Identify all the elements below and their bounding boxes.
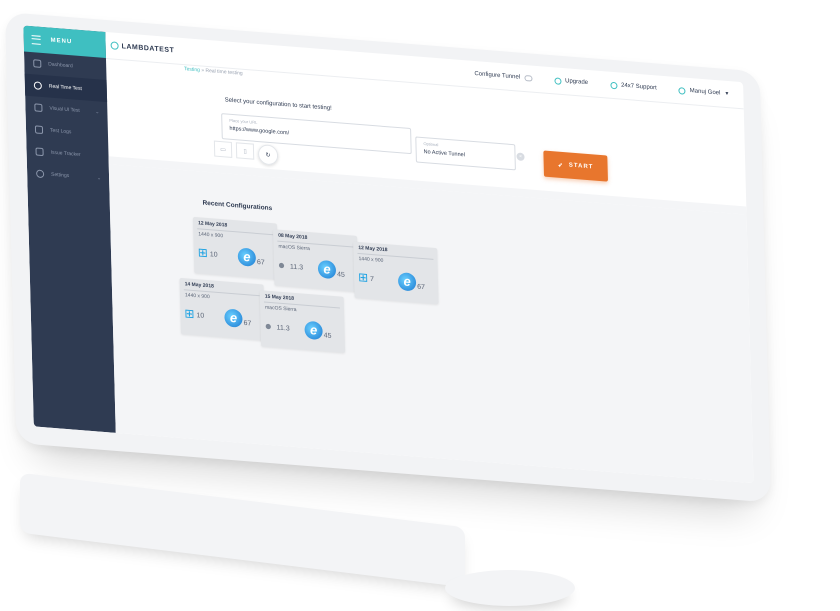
configure-tunnel-label: Configure Tunnel [474, 71, 521, 81]
card-resolution: 1440 x 900 [358, 255, 384, 264]
logo-icon [110, 41, 119, 50]
monitor-device: MENU Dashboard Real Time Test Visual UI … [5, 12, 771, 503]
windows-icon: ⊞ [184, 306, 195, 322]
rocket-icon: ➶ [557, 162, 564, 169]
mouse [445, 570, 575, 606]
card-os-version: 7 [370, 275, 375, 284]
history-icon: ↻ [265, 152, 271, 159]
support-link[interactable]: 24x7 Support [610, 81, 657, 92]
ie-icon: e [397, 272, 417, 292]
card-os-version: 10 [209, 251, 218, 259]
card-date: 14 May 2018 [184, 281, 214, 290]
sidebar-item-label: Real Time Test [48, 83, 82, 93]
card-resolution: macOS Sierra [278, 243, 310, 253]
tab-recent[interactable]: ↻ [257, 143, 279, 166]
logo-text: LAMBDATEST [121, 42, 175, 54]
chevron-down-icon: ⌄ [95, 109, 100, 116]
breadcrumb-testing[interactable]: Testing [184, 66, 200, 73]
clear-icon[interactable]: × [516, 152, 525, 162]
apple-icon: ● [264, 318, 273, 334]
user-avatar-icon [678, 86, 686, 95]
breadcrumb-separator: » [201, 67, 205, 74]
lambdatest-logo[interactable]: LAMBDATEST [110, 41, 175, 54]
tunnel-toggle-icon[interactable] [524, 74, 533, 82]
config-title: Select your configuration to start testi… [224, 97, 332, 112]
keyboard [20, 472, 465, 588]
apple-icon: ● [277, 257, 286, 273]
sidebar-item-label: Dashboard [48, 61, 73, 70]
windows-icon: ⊞ [357, 269, 369, 285]
sidebar-item-label: Issue Tracker [50, 149, 81, 159]
tunnel-select[interactable]: Optional No Active Tunnel [415, 136, 516, 171]
caret-down-icon: ▼ [724, 90, 730, 98]
card-browser-version: 45 [323, 332, 332, 340]
card-resolution: macOS Sierra [265, 304, 297, 314]
tab-mobile[interactable]: ▯ [235, 142, 255, 160]
visual-test-icon [34, 103, 43, 112]
card-browser-version: 67 [256, 258, 265, 267]
support-icon [610, 81, 618, 89]
chevron-down-icon: ⌄ [96, 175, 102, 182]
config-card[interactable]: 12 May 2018 1440 x 900 ⊞ 10 e 67 [192, 216, 279, 280]
mobile-icon: ▯ [243, 148, 247, 155]
desktop-icon: ▭ [220, 146, 226, 153]
logs-icon [34, 125, 44, 135]
ie-icon: e [224, 308, 243, 328]
card-date: 08 May 2018 [278, 232, 308, 241]
sidebar-item-label: Settings [51, 171, 70, 180]
tab-desktop[interactable]: ▭ [213, 140, 233, 158]
config-card[interactable]: 08 May 2018 macOS Sierra ● 11.3 e 45 [273, 229, 359, 292]
ie-icon: e [317, 259, 337, 280]
tunnel-value[interactable]: No Active Tunnel [424, 149, 465, 158]
device-tabs: ▭ ▯ ↻ [213, 140, 279, 166]
app-screen: MENU Dashboard Real Time Test Visual UI … [23, 25, 754, 484]
card-browser-version: 67 [243, 319, 252, 328]
upgrade-link[interactable]: Upgrade [554, 76, 589, 87]
card-os-version: 11.3 [276, 324, 290, 333]
config-card[interactable]: 15 May 2018 macOS Sierra ● 11.3 e 45 [259, 290, 346, 353]
upgrade-label: Upgrade [565, 78, 589, 87]
card-resolution: 1440 x 900 [198, 231, 224, 240]
config-card[interactable]: 12 May 2018 1440 x 900 ⊞ 7 e 67 [353, 241, 439, 305]
card-date: 15 May 2018 [264, 293, 295, 302]
start-label: START [568, 162, 594, 171]
card-os-version: 10 [196, 312, 205, 320]
card-os-version: 11.3 [289, 263, 304, 272]
gear-icon [36, 169, 45, 179]
bug-icon [35, 147, 44, 157]
ie-icon: e [237, 247, 257, 267]
dashboard-icon [33, 59, 42, 68]
config-card[interactable]: 14 May 2018 1440 x 900 ⊞ 10 e 67 [179, 277, 265, 341]
card-date: 12 May 2018 [197, 220, 228, 229]
user-menu[interactable]: Manuj Goel ▼ [678, 86, 730, 98]
top-nav: Configure Tunnel Upgrade 24x7 Support Ma… [474, 71, 729, 98]
user-name: Manuj Goel [689, 88, 721, 97]
sidebar-item-label: Test Logs [49, 127, 72, 136]
url-value[interactable]: https://www.google.com/ [229, 126, 289, 137]
card-browser-version: 67 [417, 283, 426, 292]
start-button[interactable]: ➶ START [543, 150, 608, 182]
windows-icon: ⊞ [197, 245, 209, 261]
upgrade-icon [554, 76, 562, 85]
sidebar-item-label: Visual UI Test [49, 105, 80, 114]
sidebar: MENU Dashboard Real Time Test Visual UI … [23, 25, 116, 433]
card-resolution: 1440 x 900 [184, 292, 210, 301]
card-date: 12 May 2018 [358, 244, 388, 254]
hamburger-icon[interactable] [31, 34, 41, 45]
url-label: Place your URL [229, 117, 258, 125]
clock-icon [33, 81, 42, 90]
card-browser-version: 45 [336, 271, 345, 279]
tunnel-label: Optional [423, 141, 439, 148]
support-label: 24x7 Support [621, 82, 657, 92]
menu-label: MENU [50, 37, 73, 46]
configure-tunnel-link[interactable]: Configure Tunnel [474, 71, 533, 82]
ie-icon: e [304, 320, 323, 341]
